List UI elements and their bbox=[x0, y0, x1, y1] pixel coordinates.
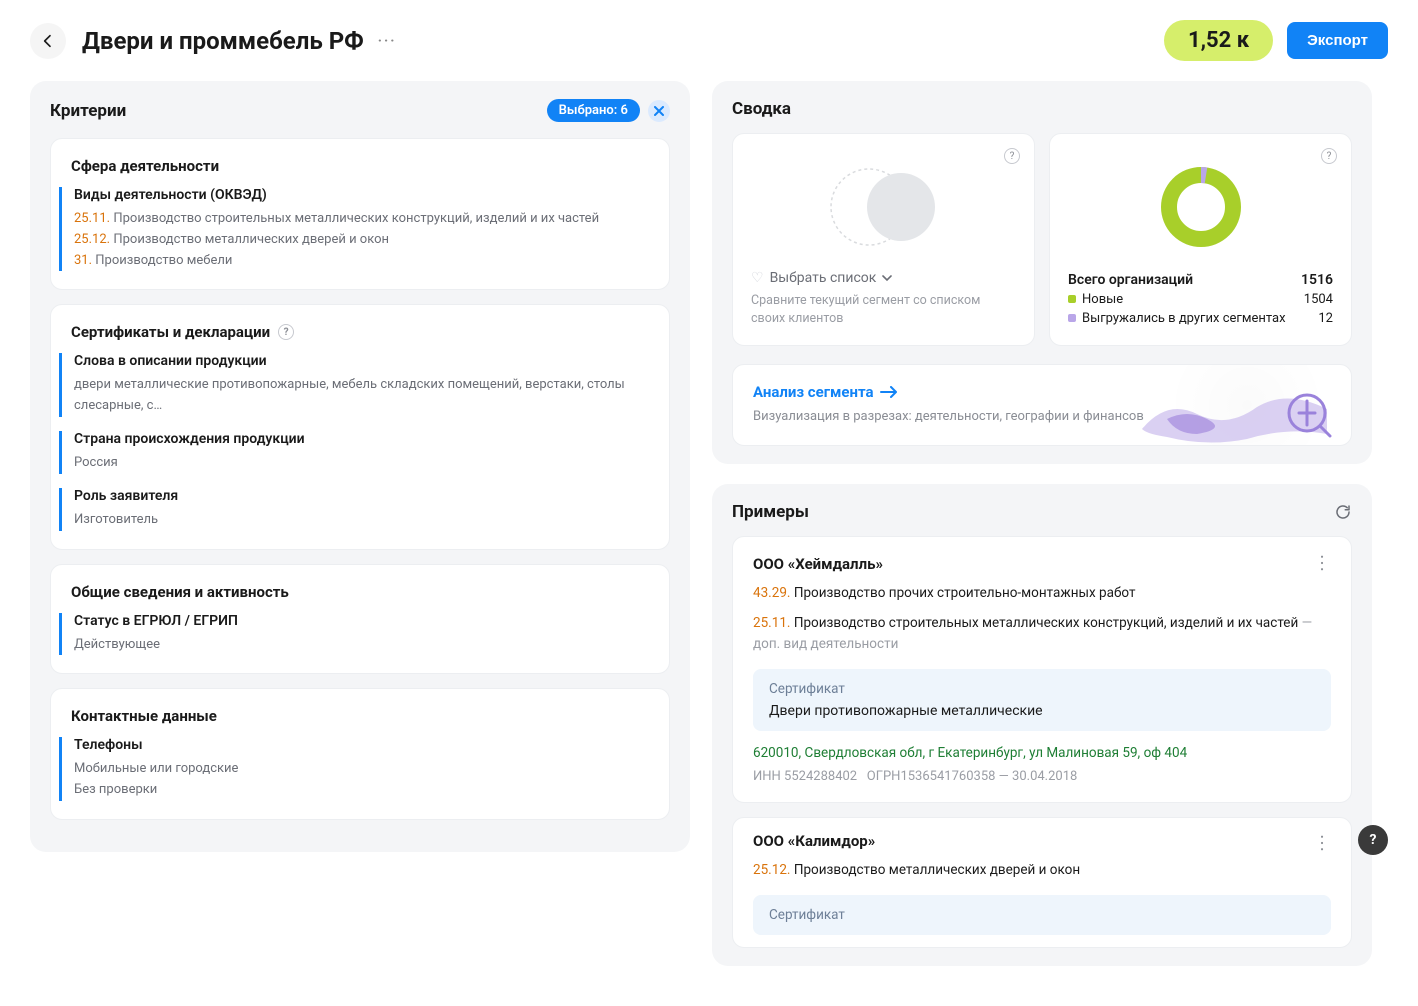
block-line: 25.11. Производство строительных металли… bbox=[74, 209, 649, 230]
group-title: Сфера деятельности bbox=[71, 157, 649, 175]
compare-description: Сравните текущий сегмент со списком свои… bbox=[751, 292, 1016, 327]
donut-chart bbox=[1068, 152, 1333, 262]
example-name: ООО «Хеймдалль» bbox=[753, 555, 883, 573]
stat-row: Новые 1504 bbox=[1068, 292, 1333, 307]
certificate-label: Сертификат bbox=[769, 907, 1315, 923]
help-icon[interactable]: ? bbox=[278, 324, 294, 340]
criteria-block: Телефоны Мобильные или городские Без про… bbox=[59, 737, 649, 801]
criteria-block: Слова в описании продукции двери металли… bbox=[59, 353, 649, 417]
summary-panel: Сводка ? ♡ Выбрать список bbox=[712, 81, 1372, 464]
criteria-group[interactable]: Сфера деятельности Виды деятельности (ОК… bbox=[50, 138, 670, 290]
block-label: Слова в описании продукции bbox=[74, 353, 649, 369]
criteria-block: Статус в ЕГРЮЛ / ЕГРИП Действующее bbox=[59, 613, 649, 656]
compare-card: ? ♡ Выбрать список Сравните т bbox=[732, 133, 1035, 346]
criteria-block: Страна происхождения продукции Россия bbox=[59, 431, 649, 474]
close-icon bbox=[654, 106, 664, 116]
map-thumbnail bbox=[1137, 379, 1337, 431]
criteria-group[interactable]: Сертификаты и декларации? Слова в описан… bbox=[50, 304, 670, 549]
stat-row: Выгружались в других сегментах 12 bbox=[1068, 311, 1333, 326]
count-badge: 1,52 к bbox=[1164, 20, 1273, 61]
example-menu-button[interactable]: ··· bbox=[1314, 835, 1330, 854]
block-text: Изготовитель bbox=[74, 510, 649, 531]
help-icon[interactable]: ? bbox=[1004, 148, 1020, 164]
selected-count-pill[interactable]: Выбрано: 6 bbox=[547, 99, 640, 122]
criteria-group[interactable]: Общие сведения и активность Статус в ЕГР… bbox=[50, 564, 670, 675]
certificate-label: Сертификат bbox=[769, 681, 1315, 697]
block-line: Мобильные или городские bbox=[74, 759, 649, 780]
arrow-left-icon bbox=[40, 33, 56, 49]
block-text: двери металлические противопожарные, меб… bbox=[74, 375, 649, 417]
block-line: 31. Производство мебели bbox=[74, 251, 649, 272]
criteria-title: Критерии bbox=[50, 101, 126, 121]
example-address: 620010, Свердловская обл, г Екатеринбург… bbox=[753, 745, 1331, 761]
block-label: Телефоны bbox=[74, 737, 649, 753]
example-menu-button[interactable]: ··· bbox=[1314, 554, 1330, 573]
legend-dot-icon bbox=[1068, 295, 1076, 303]
example-card[interactable]: ··· ООО «Калимдор» 25.12. Производство м… bbox=[732, 817, 1352, 948]
arrow-right-icon bbox=[880, 386, 898, 398]
criteria-block: Виды деятельности (ОКВЭД) 25.11. Произво… bbox=[59, 187, 649, 271]
analysis-card[interactable]: Анализ сегмента Визуализация в разрезах:… bbox=[732, 364, 1352, 446]
group-title: Контактные данные bbox=[71, 707, 649, 725]
certificate-box: Сертификат bbox=[753, 895, 1331, 935]
example-line: 25.12. Производство металлических дверей… bbox=[753, 860, 1331, 881]
analysis-link[interactable]: Анализ сегмента bbox=[753, 383, 898, 401]
totals-title: Всего организаций bbox=[1068, 272, 1193, 288]
block-text: Россия bbox=[74, 453, 649, 474]
criteria-panel: Критерии Выбрано: 6 Сфера деятельности В… bbox=[30, 81, 690, 852]
chevron-down-icon bbox=[882, 273, 892, 283]
block-label: Роль заявителя bbox=[74, 488, 649, 504]
block-text: Действующее bbox=[74, 635, 649, 656]
example-line: 43.29. Производство прочих строительно-м… bbox=[753, 583, 1331, 604]
example-line: 25.11. Производство строительных металли… bbox=[753, 613, 1331, 655]
page-header: Двери и проммебель РФ ··· 1,52 к Экспорт bbox=[30, 20, 1388, 61]
example-card[interactable]: ООО «Хеймдалль» ··· 43.29. Производство … bbox=[732, 536, 1352, 804]
legend-dot-icon bbox=[1068, 314, 1076, 322]
page-title: Двери и проммебель РФ bbox=[82, 27, 364, 55]
totals-value: 1516 bbox=[1301, 272, 1333, 288]
summary-title: Сводка bbox=[732, 99, 1352, 119]
help-icon[interactable]: ? bbox=[1321, 148, 1337, 164]
block-label: Виды деятельности (ОКВЭД) bbox=[74, 187, 649, 203]
criteria-block: Роль заявителя Изготовитель bbox=[59, 488, 649, 531]
certificate-text: Двери противопожарные металлические bbox=[769, 703, 1315, 719]
block-label: Статус в ЕГРЮЛ / ЕГРИП bbox=[74, 613, 649, 629]
select-list-link[interactable]: ♡ Выбрать список bbox=[751, 270, 1016, 286]
block-label: Страна происхождения продукции bbox=[74, 431, 649, 447]
more-menu-button[interactable]: ··· bbox=[378, 33, 397, 49]
examples-panel: Примеры ООО «Хеймдалль» ··· 43.29. Произ… bbox=[712, 484, 1372, 967]
certificate-box: Сертификат Двери противопожарные металли… bbox=[753, 669, 1331, 731]
clear-criteria-button[interactable] bbox=[648, 100, 670, 122]
venn-diagram bbox=[751, 152, 1016, 262]
heart-icon: ♡ bbox=[751, 270, 764, 286]
totals-card: ? Всего организаций 1516 Новы bbox=[1049, 133, 1352, 346]
group-title: Общие сведения и активность bbox=[71, 583, 649, 601]
refresh-icon bbox=[1334, 503, 1352, 521]
block-line: Без проверки bbox=[74, 780, 649, 801]
back-button[interactable] bbox=[30, 23, 66, 59]
help-button[interactable]: ? bbox=[1358, 825, 1388, 855]
block-line: 25.12. Производство металлических дверей… bbox=[74, 230, 649, 251]
export-button[interactable]: Экспорт bbox=[1287, 22, 1388, 59]
refresh-button[interactable] bbox=[1334, 503, 1352, 521]
example-ids: ИНН 5524288402 ОГРН1536541760358 — 30.04… bbox=[753, 769, 1331, 784]
examples-title: Примеры bbox=[732, 502, 809, 522]
criteria-group[interactable]: Контактные данные Телефоны Мобильные или… bbox=[50, 688, 670, 820]
example-name: ООО «Калимдор» bbox=[753, 832, 1331, 850]
group-title: Сертификаты и декларации? bbox=[71, 323, 649, 341]
